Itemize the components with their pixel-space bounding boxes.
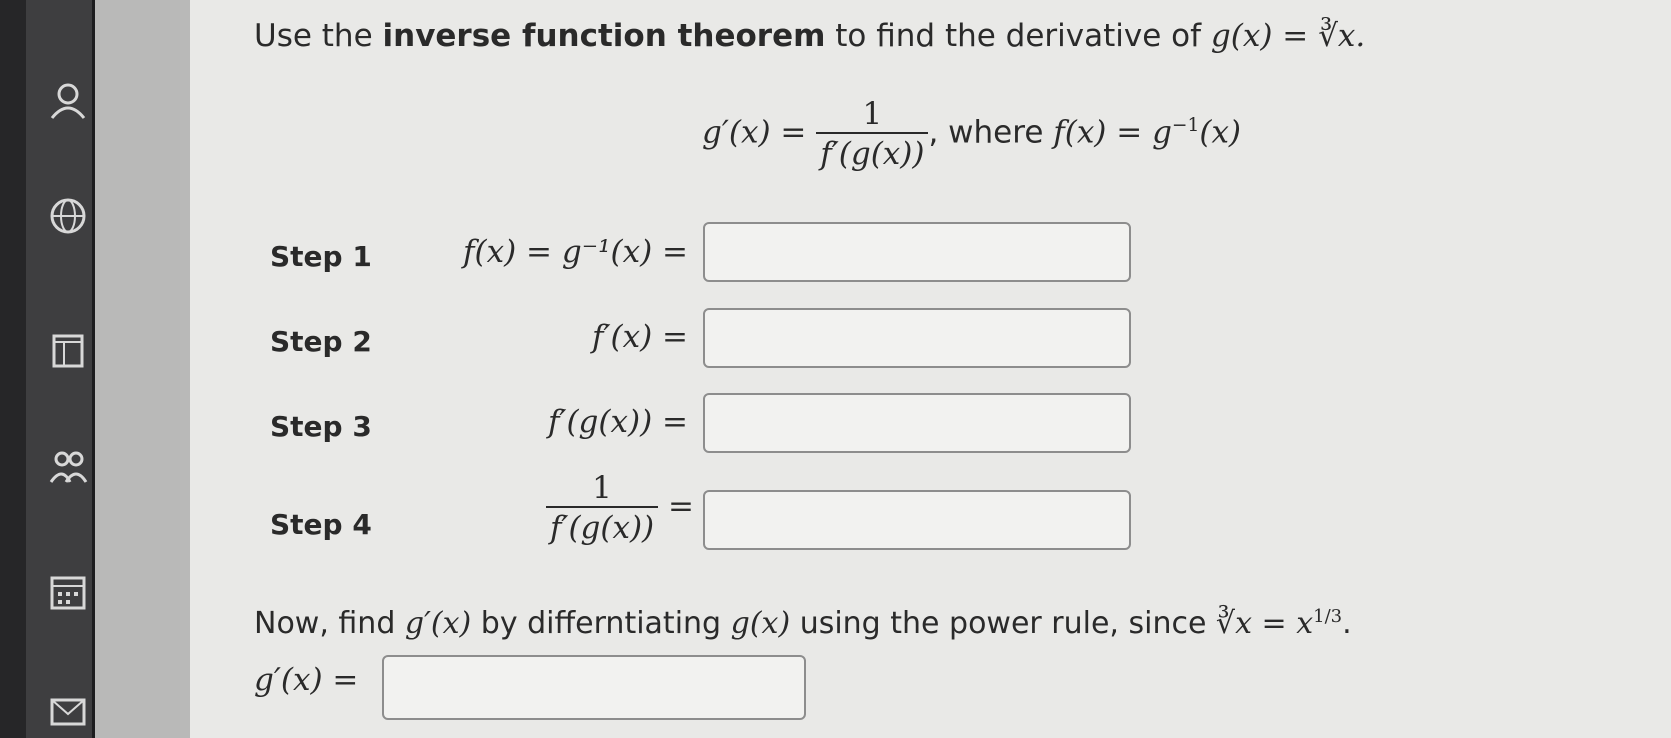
- prompt-text-1: Use the: [254, 18, 383, 54]
- power-rule-text-1: Now, find: [254, 606, 405, 641]
- power-rule-end: .: [1342, 606, 1352, 641]
- step-4-answer-input[interactable]: [703, 490, 1131, 550]
- step-1-answer-input[interactable]: [703, 222, 1131, 282]
- sidebar-edge: [0, 0, 26, 738]
- final-label: g′(x) =: [254, 662, 359, 698]
- mail-icon[interactable]: [48, 692, 88, 732]
- prompt-bold-term: inverse function theorem: [382, 18, 826, 54]
- step-4-numerator: 1: [592, 470, 612, 506]
- power-rule-text-2: by differntiating: [471, 606, 731, 641]
- calendar-icon[interactable]: [48, 572, 88, 612]
- content-gutter: [95, 0, 190, 738]
- power-rule-exponent: 1/3: [1313, 606, 1343, 627]
- book-icon[interactable]: [48, 330, 88, 370]
- group-icon[interactable]: [48, 446, 88, 486]
- inverse-theorem-formula: g′(x) = 1 f′(g(x)) , where f(x) = g−1(x): [702, 96, 1241, 172]
- step-2-label: Step 2: [270, 325, 372, 358]
- step-3-label: Step 3: [270, 410, 372, 443]
- power-rule-instruction: Now, find g′(x) by differntiating g(x) u…: [254, 606, 1352, 641]
- step-4-label: Step 4: [270, 508, 372, 541]
- prompt-function: g(x) = ∛x.: [1210, 18, 1366, 54]
- step-3-answer-input[interactable]: [703, 393, 1131, 453]
- step-1-label: Step 1: [270, 240, 372, 273]
- step-3-expression: f′(g(x)) =: [547, 404, 688, 440]
- step-4-equals: =: [668, 488, 694, 525]
- question-panel: Use the inverse function theorem to find…: [190, 0, 1671, 738]
- prompt-text-2: to find the derivative of: [825, 18, 1211, 54]
- formula-denominator: f′(g(x)): [816, 132, 929, 172]
- step-4-denominator: f′(g(x)): [545, 506, 659, 546]
- formula-rhs-exponent: −1: [1171, 115, 1200, 137]
- step-2-answer-input[interactable]: [703, 308, 1131, 368]
- formula-rhs-end: (x): [1199, 114, 1242, 151]
- power-rule-equation: ∛x = x: [1215, 606, 1314, 641]
- power-rule-g-prime: g′(x): [404, 606, 472, 641]
- power-rule-g: g(x): [730, 606, 791, 641]
- formula-where: , where: [928, 114, 1054, 151]
- formula-fraction: 1 f′(g(x)): [816, 96, 929, 172]
- step-4-fraction: 1 f′(g(x)): [545, 470, 659, 546]
- formula-rhs: f(x) = g: [1053, 114, 1172, 151]
- step-2-expression: f′(x) =: [591, 319, 688, 355]
- user-icon[interactable]: [48, 80, 88, 120]
- step-4-expression: 1 f′(g(x)) =: [484, 470, 694, 546]
- final-answer-input[interactable]: [382, 655, 806, 720]
- formula-lhs: g′(x) =: [702, 114, 807, 151]
- app-sidebar: [0, 0, 95, 738]
- step-1-expression: f(x) = g⁻¹(x) =: [463, 234, 688, 270]
- globe-icon[interactable]: [48, 196, 88, 236]
- formula-numerator: 1: [862, 96, 883, 132]
- question-prompt: Use the inverse function theorem to find…: [254, 18, 1365, 54]
- power-rule-text-3: using the power rule, since: [790, 606, 1216, 641]
